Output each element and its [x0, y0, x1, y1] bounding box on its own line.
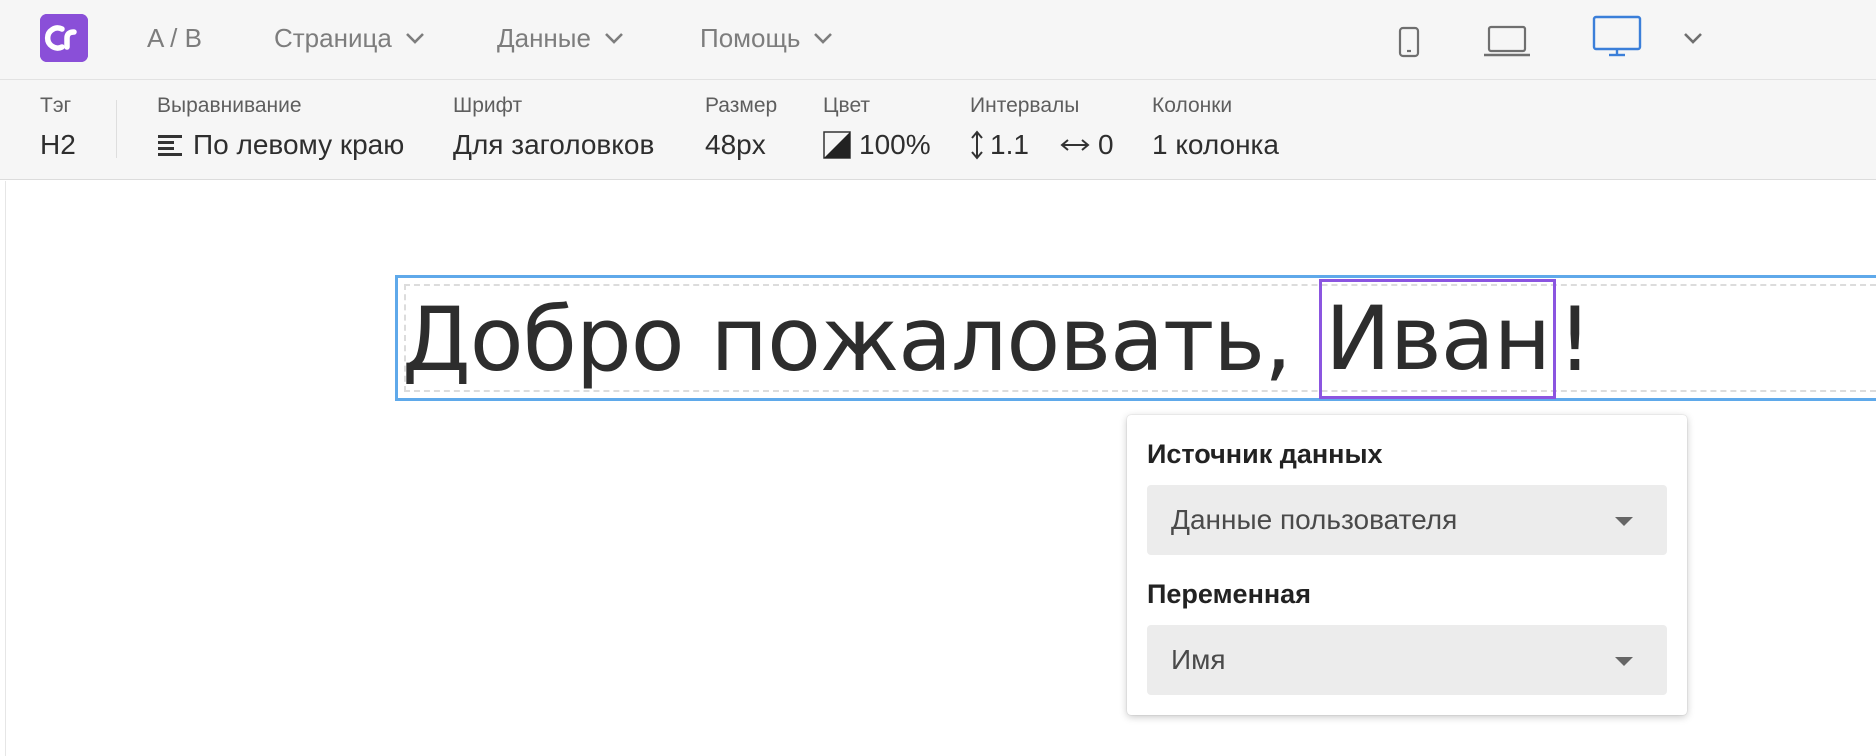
heading-text-before: Добро пожаловать, — [402, 287, 1319, 391]
data-menu[interactable]: Данные — [497, 20, 625, 56]
variable-select[interactable]: Имя — [1147, 625, 1667, 695]
phone-icon — [1398, 26, 1420, 58]
columns-value: 1 колонка — [1152, 129, 1279, 160]
data-source-label: Источник данных — [1147, 439, 1383, 469]
variable-label: Переменная — [1147, 579, 1311, 609]
variable-popover: Источник данных Данные пользователя Пере… — [1127, 415, 1687, 715]
color-label: Цвет — [823, 94, 871, 117]
color-opacity-value: 100% — [859, 129, 931, 160]
data-menu-label: Данные — [497, 22, 591, 53]
laptop-icon — [1484, 25, 1530, 57]
app-logo[interactable] — [40, 14, 88, 62]
ab-test-menu[interactable]: A / B — [147, 20, 202, 56]
heading-variable-token[interactable]: Иван — [1319, 279, 1557, 399]
letter-spacing-control[interactable]: 0 — [1060, 128, 1114, 162]
color-swatch-icon — [823, 131, 851, 159]
properties-toolbar: Тэг H2 Выравнивание По левому краю Шрифт… — [0, 80, 1876, 180]
variable-value: Имя — [1171, 644, 1226, 675]
desktop-icon — [1592, 15, 1642, 57]
page-menu[interactable]: Страница — [274, 20, 426, 56]
tag-select[interactable]: H2 — [40, 128, 76, 162]
columns-property: Колонки 1 колонка — [1152, 80, 1302, 180]
size-label: Размер — [705, 94, 778, 117]
font-property: Шрифт Для заголовков — [453, 80, 683, 180]
chevron-down-icon — [1684, 33, 1702, 44]
ab-test-label: A / B — [147, 22, 202, 53]
logo-icon — [40, 14, 88, 62]
columns-select[interactable]: 1 колонка — [1152, 128, 1279, 162]
size-property: Размер 48px — [705, 80, 800, 180]
device-desktop-button[interactable] — [1592, 15, 1642, 57]
chevron-down-icon — [814, 33, 833, 44]
spacing-property: Интервалы 1.1 0 — [970, 80, 1135, 180]
font-value: Для заголовков — [453, 129, 655, 160]
tag-property: Тэг H2 — [40, 80, 110, 180]
heading-text-after: ! — [1557, 287, 1592, 391]
letter-spacing-value: 0 — [1098, 129, 1114, 160]
align-left-icon — [158, 135, 182, 156]
device-laptop-button[interactable] — [1483, 24, 1531, 58]
help-menu[interactable]: Помощь — [700, 20, 834, 56]
size-value: 48px — [705, 129, 766, 160]
font-select[interactable]: Для заголовков — [453, 128, 654, 162]
line-height-icon — [971, 130, 983, 160]
chevron-down-icon — [605, 33, 623, 44]
toolbar-divider — [116, 100, 117, 158]
columns-label: Колонки — [1152, 94, 1233, 117]
data-source-value: Данные пользователя — [1171, 504, 1458, 535]
letter-spacing-icon — [1060, 139, 1090, 151]
align-select[interactable]: По левому краю — [157, 128, 404, 162]
tag-label: Тэг — [40, 94, 72, 117]
color-select[interactable]: 100% — [823, 128, 931, 162]
data-source-select[interactable]: Данные пользователя — [1147, 485, 1667, 555]
font-label: Шрифт — [453, 94, 523, 117]
spacing-label: Интервалы — [970, 94, 1080, 117]
line-height-value: 1.1 — [990, 129, 1029, 160]
help-menu-label: Помощь — [700, 22, 801, 53]
tag-value: H2 — [40, 129, 76, 160]
align-label: Выравнивание — [157, 94, 302, 117]
color-property: Цвет 100% — [823, 80, 943, 180]
device-phone-button[interactable] — [1398, 26, 1420, 58]
dropdown-caret-icon — [1615, 517, 1633, 526]
page-menu-label: Страница — [274, 22, 392, 53]
align-value: По левому краю — [193, 129, 405, 160]
device-more-button[interactable] — [1682, 31, 1704, 45]
chevron-down-icon — [405, 33, 424, 44]
line-height-control[interactable]: 1.1 — [970, 128, 1029, 162]
dropdown-caret-icon — [1615, 657, 1633, 666]
top-menu-bar: A / B Страница Данные Помощь — [0, 0, 1876, 80]
page-heading[interactable]: Добро пожаловать, Иван! — [402, 279, 1593, 399]
align-property: Выравнивание По левому краю — [157, 80, 427, 180]
size-select[interactable]: 48px — [705, 128, 766, 162]
